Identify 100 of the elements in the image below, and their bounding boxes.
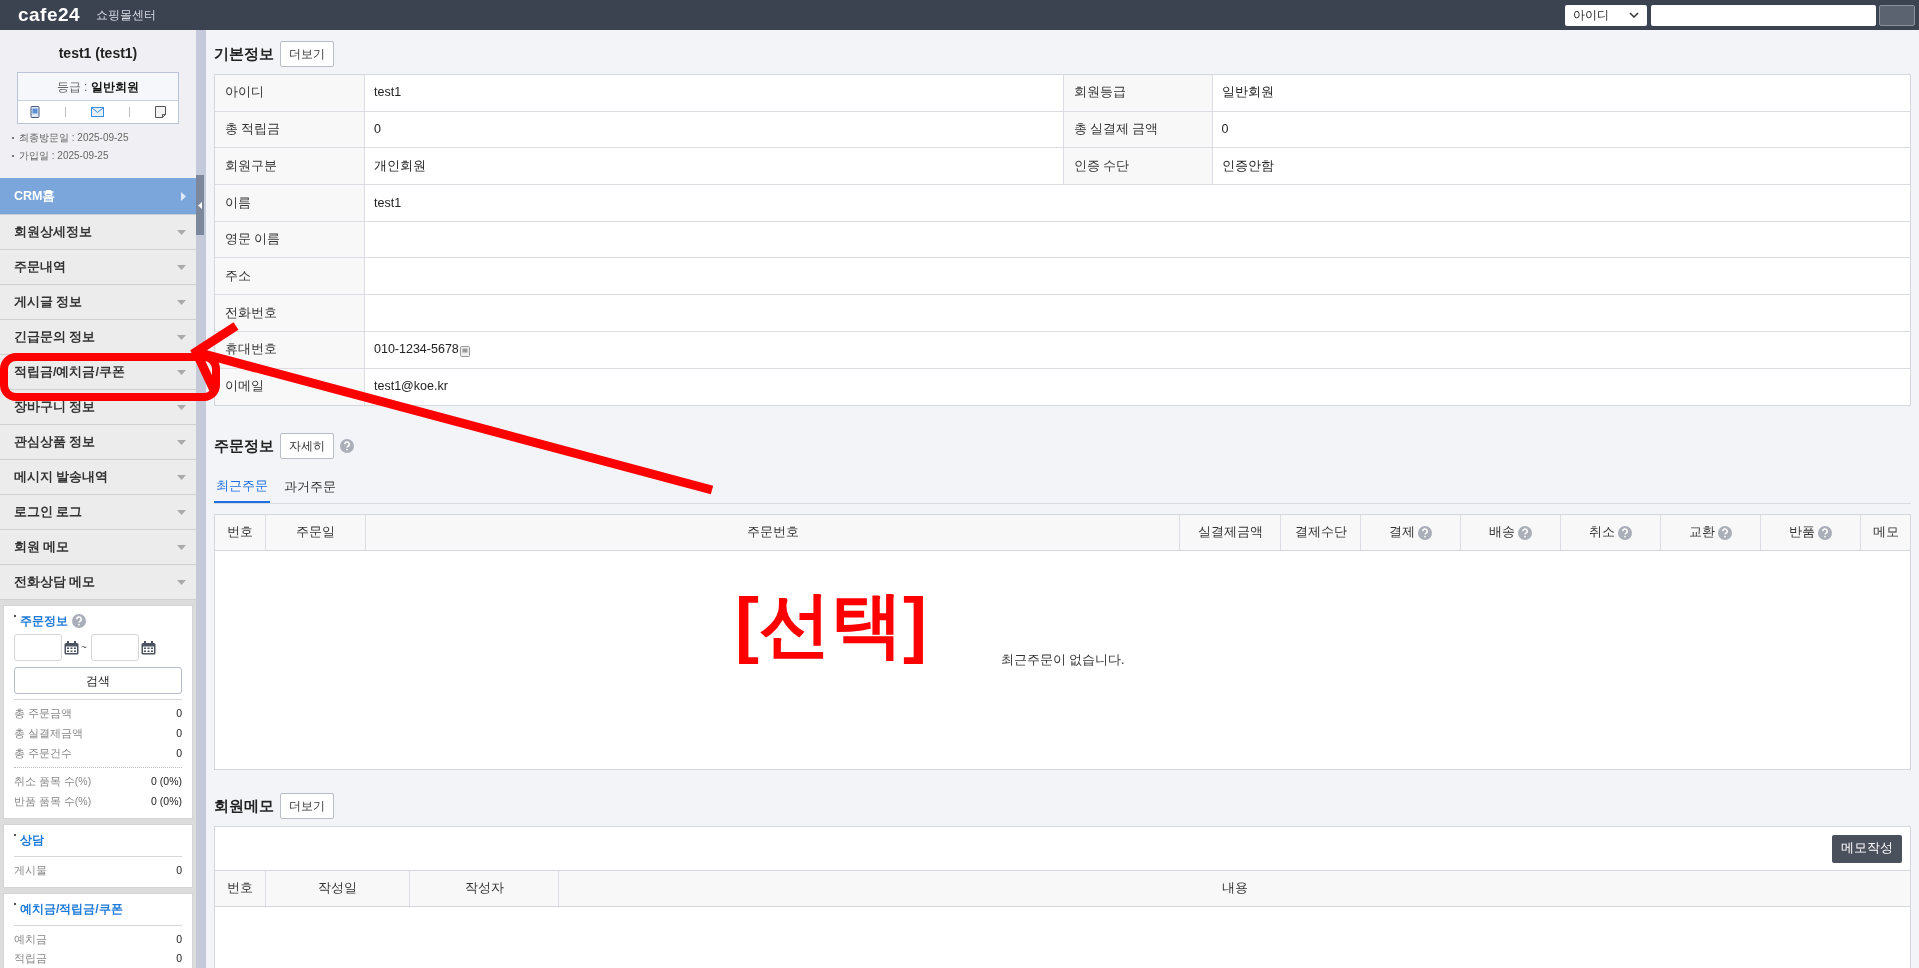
caret-down-icon <box>177 404 186 410</box>
column-header: 반품 <box>1761 515 1861 551</box>
section-button[interactable]: 더보기 <box>280 793 334 820</box>
mail-icon <box>91 107 104 117</box>
value-cell-text: test1 <box>373 84 403 102</box>
label-cell: 인증 수단 <box>1062 148 1213 185</box>
stat-label: 예치금 <box>14 931 47 947</box>
column-header: 주문일 <box>266 515 366 551</box>
label-cell: 이름 <box>215 185 365 221</box>
menu-item[interactable]: 회원 메모 <box>0 530 196 565</box>
caret-down-icon <box>177 264 186 270</box>
menu-item[interactable]: 메시지 발송내역 <box>0 460 196 495</box>
search-type-select[interactable]: 아이디 <box>1565 4 1647 26</box>
column-header: 메모 <box>1871 524 1900 542</box>
stat-value: 0 <box>176 931 182 947</box>
column-header: 결제수단 <box>1281 515 1361 551</box>
menu-item[interactable]: 전화상담 메모 <box>0 565 196 600</box>
stat-label: 반품 품목 수(%) <box>14 794 92 809</box>
stat-label: 게시물 <box>14 862 47 878</box>
section-button[interactable]: 자세히 <box>280 433 334 460</box>
value-cell-text: test1@koe.kr <box>373 378 449 396</box>
date-text: 가입일 : 2025-09-25 <box>19 149 109 163</box>
column-header: 교환 <box>1661 515 1761 551</box>
range-separator: ~ <box>81 641 87 655</box>
stat-label: 취소 품목 수(%) <box>14 774 92 790</box>
label-cell: 전화번호 <box>215 295 365 331</box>
value-cell: 010-1234-5678 <box>365 331 1910 368</box>
caret-down-icon <box>177 579 186 585</box>
column-header: 취소 <box>1561 515 1661 551</box>
column-header: 주문번호 <box>366 515 1180 551</box>
stat-label: 적립금 <box>14 951 47 967</box>
label-cell: 회원구분 <box>215 148 365 185</box>
value-cell-text: 0 <box>373 121 382 139</box>
search-button[interactable] <box>1879 4 1915 26</box>
calendar-icon <box>140 640 156 655</box>
date-field[interactable] <box>14 634 62 661</box>
menu-item[interactable]: 로그인 로그 <box>0 495 196 530</box>
value-cell-text: test1 <box>373 194 403 212</box>
caret-down-icon <box>177 439 186 445</box>
section-title: 주문정보 <box>214 435 274 456</box>
label-cell: 영문 이름 <box>215 221 365 258</box>
caret-down-icon <box>177 509 186 515</box>
search-field[interactable] <box>1651 4 1876 26</box>
empty-message: 최근주문이 없습니다. <box>1000 651 1125 669</box>
column-header: 작성일 <box>266 871 410 907</box>
caret-right-icon <box>181 191 186 201</box>
section-title: 기본정보 <box>214 43 274 64</box>
stat-value: 0 <box>176 706 182 721</box>
calendar-icon <box>64 640 79 655</box>
stat-value: 0 <box>176 725 182 741</box>
member-name: test1 (test1) <box>58 44 138 63</box>
menu-item[interactable]: 게시글 정보 <box>0 285 196 320</box>
menu-item[interactable]: 주문내역 <box>0 250 196 285</box>
date-text: 최종방문일 : 2025-09-25 <box>19 131 129 145</box>
caret-down-icon <box>177 299 186 305</box>
search-button[interactable]: 검색 <box>14 667 182 694</box>
grade-label: 등급 : <box>56 78 88 96</box>
column-header: 결제 <box>1361 515 1461 551</box>
tab[interactable]: 최근주문 <box>214 471 270 504</box>
date-field[interactable] <box>90 634 139 661</box>
column-header: 내용 <box>1220 880 1249 898</box>
section-button[interactable]: 더보기 <box>280 41 334 67</box>
value-cell-text: 일반회원 <box>1220 84 1275 102</box>
logo[interactable]: cafe24 <box>18 0 80 30</box>
column-header: 번호 <box>215 515 266 551</box>
caret-down-icon <box>177 474 186 480</box>
stat-value: 0 <box>176 862 182 878</box>
caret-down-icon <box>177 369 186 375</box>
column-header: 실결제금액 <box>1180 515 1281 551</box>
menu-item[interactable]: 관심상품 정보 <box>0 425 196 460</box>
stat-value: 0 (0%) <box>151 794 182 809</box>
column-header: 작성자 <box>410 871 559 907</box>
tab[interactable]: 과거주문 <box>282 471 338 504</box>
value-cell-text: 0 <box>1220 121 1230 139</box>
chevron-down-icon <box>1629 12 1639 18</box>
write-memo-button[interactable]: 메모작성 <box>1832 834 1902 863</box>
stat-value: 0 (0%) <box>151 774 182 790</box>
value-cell-text: 개인회원 <box>373 157 427 175</box>
caret-down-icon <box>177 544 186 550</box>
label-cell: 주소 <box>215 258 365 295</box>
stat-value: 0 <box>176 745 182 761</box>
grade-value: 일반회원 <box>91 78 140 96</box>
caret-left-icon <box>198 201 202 209</box>
caret-down-icon <box>177 334 186 340</box>
card-title: 상담 <box>20 831 44 849</box>
phone-icon <box>30 106 41 118</box>
label-cell: 아이디 <box>215 75 365 111</box>
menu-item[interactable]: 회원상세정보 <box>0 215 196 250</box>
menu-item[interactable]: 긴급문의 정보 <box>0 320 196 355</box>
section-title: 회원메모 <box>214 795 274 816</box>
stat-label: 총 주문금액 <box>14 706 72 721</box>
label-cell: 회원등급 <box>1062 75 1213 111</box>
card-title: 예치금/적립금/쿠폰 <box>20 900 123 918</box>
column-header: 배송 <box>1461 515 1561 551</box>
caret-down-icon <box>177 229 186 235</box>
label-cell: 총 실결제 금액 <box>1062 111 1213 148</box>
card-title: 주문정보 <box>20 613 68 630</box>
label-cell: 총 적립금 <box>215 111 365 148</box>
collapse-handle[interactable] <box>196 175 204 235</box>
note-icon <box>154 106 166 118</box>
